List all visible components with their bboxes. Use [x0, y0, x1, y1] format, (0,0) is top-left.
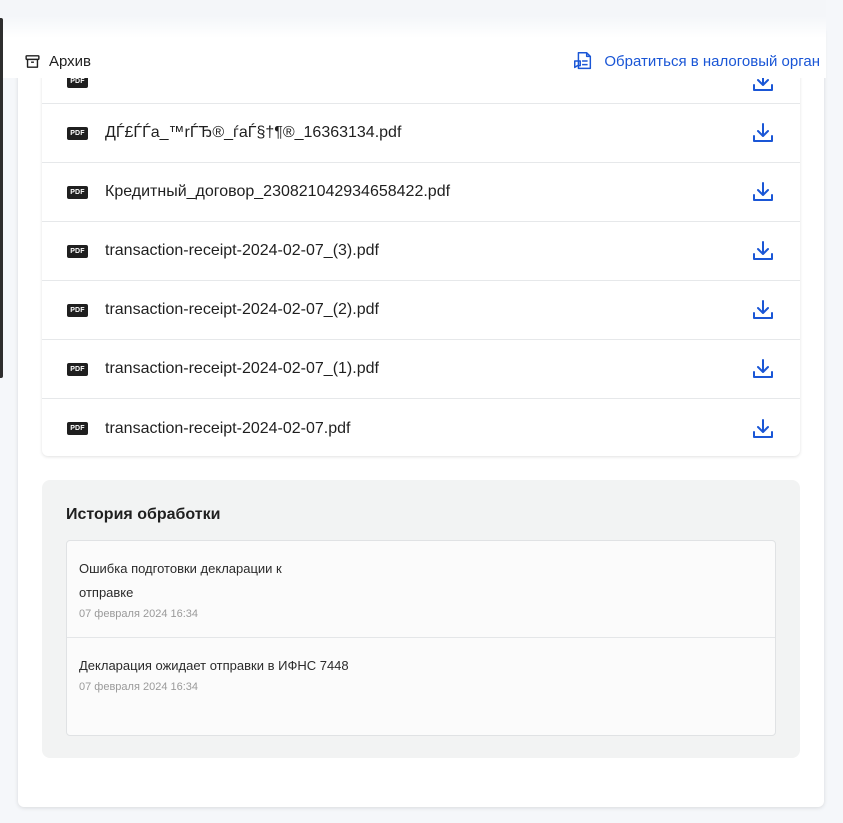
file-row[interactable]: PDF transaction-receipt-2024-02-07_(2).pd… — [42, 281, 800, 340]
pdf-icon: PDF — [67, 422, 88, 435]
file-name: Кредитный_договор_230821042934658422.pdf — [105, 183, 451, 200]
file-name: ДЃ£ЃЃa_™rЃЂ®_ѓaЃ§†¶®_16363134.pdf — [105, 124, 402, 141]
pdf-icon: PDF — [67, 303, 88, 317]
download-icon[interactable] — [750, 238, 776, 264]
file-name: transaction-receipt-2024-02-07_(1).pdf — [105, 360, 379, 377]
download-icon[interactable] — [750, 120, 776, 146]
file-row[interactable]: PDF ДЃ£ЃЃa_™rЃЂ®_ѓaЃ§†¶®_16363134.pdf — [42, 104, 800, 163]
pdf-icon: PDF — [67, 126, 88, 140]
history-panel: История обработки Ошибка подготовки декл… — [42, 480, 800, 758]
file-row[interactable]: PDF transaction-receipt-2024-02-07.pdf — [42, 399, 800, 456]
history-list: Ошибка подготовки декларации к отправке … — [66, 540, 776, 736]
top-shade — [0, 0, 826, 16]
history-item-date: 07 февраля 2024 16:34 — [79, 681, 199, 693]
download-icon[interactable] — [750, 297, 776, 323]
history-item: Ошибка подготовки декларации к отправке … — [67, 541, 775, 638]
history-title: История обработки — [66, 506, 221, 523]
history-item: Декларация ожидает отправки в ИФНС 7448 … — [67, 638, 775, 735]
download-icon[interactable] — [750, 416, 776, 442]
file-name: transaction-receipt-2024-02-07.pdf — [105, 419, 351, 437]
scroll-indicator[interactable] — [0, 18, 3, 378]
archive-label: Архив — [49, 52, 92, 70]
history-item-text: Декларация ожидает отправки в ИФНС 7448 — [79, 658, 349, 673]
file-row[interactable]: PDF transaction-receipt-2024-02-07_(3).pd… — [42, 222, 800, 281]
file-name: transaction-receipt-2024-02-07_(3).pdf — [105, 242, 379, 259]
pdf-icon: PDF — [67, 244, 88, 258]
archive-icon — [25, 54, 40, 68]
pdf-icon: PDF — [67, 362, 88, 376]
archive-title: Архив — [24, 25, 91, 70]
archive-header: Архив Обратиться в налоговый орган — [0, 16, 826, 78]
document-chat-icon — [574, 52, 592, 70]
pdf-icon: PDF — [67, 185, 88, 199]
download-icon[interactable] — [750, 356, 776, 382]
files-panel: PDF PDF ДЃ£ЃЃa_™rЃЂ®_ѓaЃ§†¶®_16363134.pdf… — [42, 60, 800, 456]
contact-label: Обратиться в налоговый орган — [604, 52, 820, 70]
file-row[interactable]: PDF Кредитный_договор_230821042934658422.… — [42, 163, 800, 222]
download-icon[interactable] — [750, 179, 776, 205]
history-item-text: Ошибка подготовки декларации к отправке — [79, 561, 282, 600]
contact-tax-office-link[interactable]: Обратиться в налоговый орган — [572, 22, 820, 72]
history-item-date: 07 февраля 2024 16:34 — [79, 608, 199, 620]
file-name: transaction-receipt-2024-02-07_(2).pdf — [105, 301, 379, 318]
file-row[interactable]: PDF transaction-receipt-2024-02-07_(1).pd… — [42, 340, 800, 399]
